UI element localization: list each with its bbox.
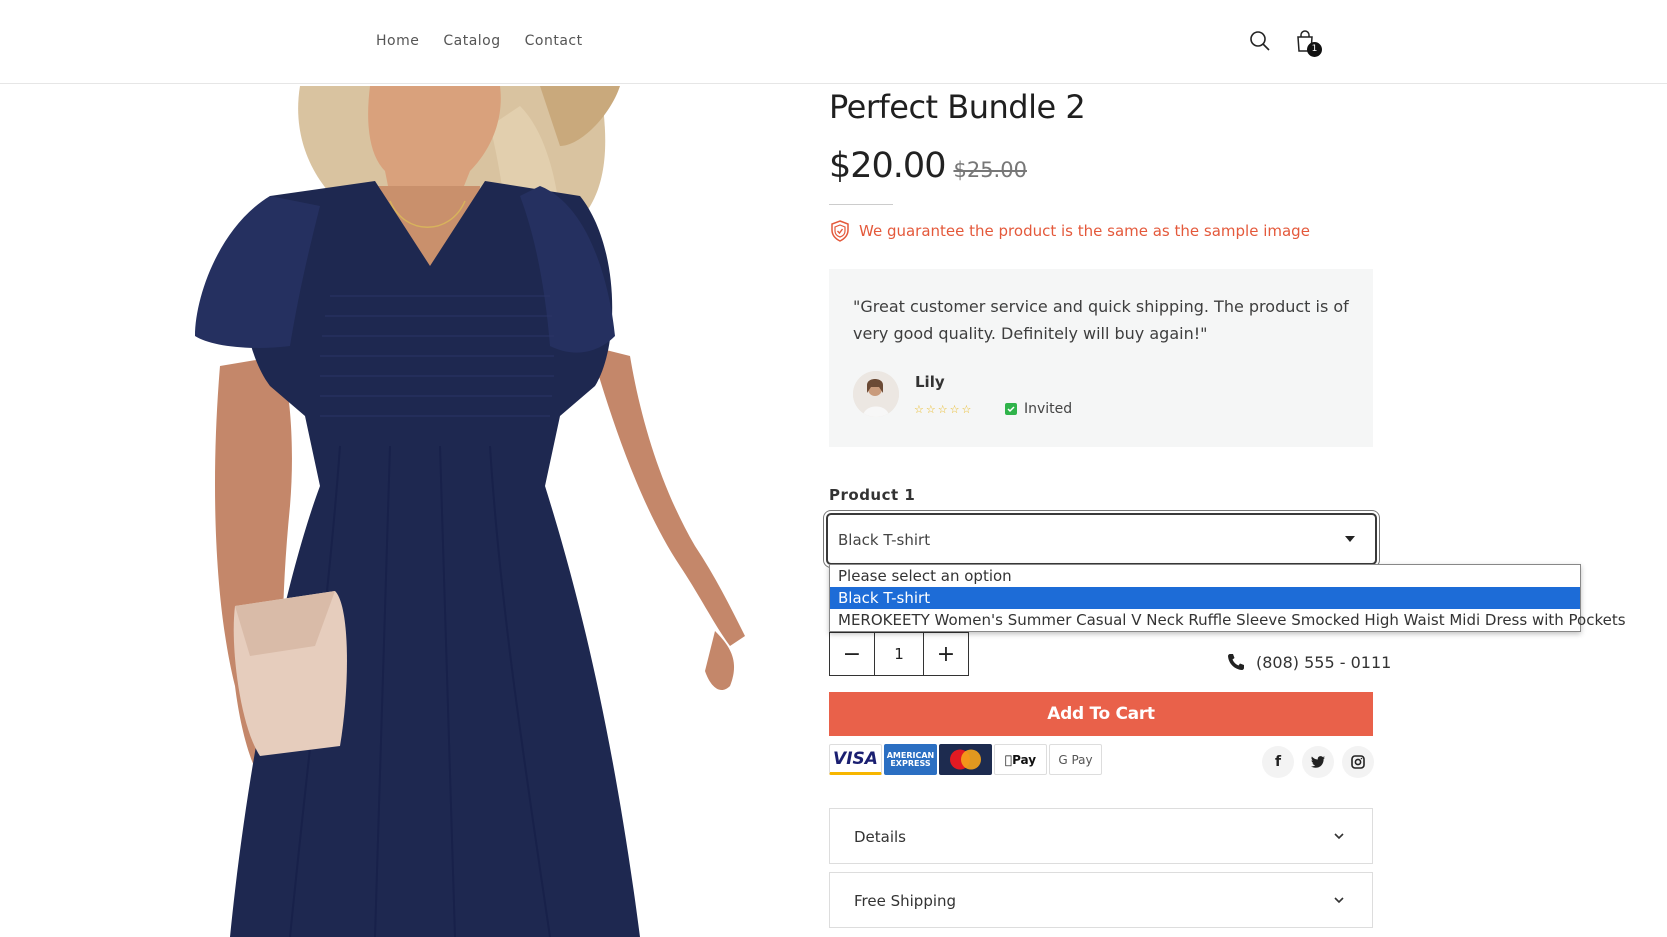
star-rating: ☆ ☆ ☆ ☆ ☆ (914, 404, 971, 415)
twitter-share-button[interactable] (1302, 746, 1334, 778)
accordion-label: Details (854, 828, 907, 846)
dropdown-option[interactable]: MEROKEETY Women's Summer Casual V Neck R… (830, 609, 1626, 631)
google-pay-icon: G Pay (1049, 744, 1102, 775)
chevron-down-icon (1334, 833, 1344, 840)
twitter-icon (1311, 756, 1325, 768)
product-image (140, 86, 820, 937)
caret-down-icon (1345, 536, 1355, 542)
variant-select-value: Black T-shirt (838, 531, 931, 549)
details-accordion[interactable]: Details (829, 808, 1373, 864)
site-header: Home Catalog Contact 1 (0, 0, 1667, 84)
phone-icon (1228, 654, 1244, 670)
chevron-down-icon (1334, 897, 1344, 904)
product-title: Perfect Bundle 2 (829, 88, 1086, 126)
price-row: $20.00 $25.00 (829, 146, 1027, 186)
apple-pay-icon: Pay (994, 744, 1047, 775)
review-card: "Great customer service and quick shippi… (829, 269, 1373, 447)
star-icon: ☆ (949, 403, 960, 416)
mastercard-icon (939, 744, 992, 775)
guarantee-text: We guarantee the product is the same as … (859, 222, 1310, 240)
reviewer-avatar (853, 371, 899, 417)
star-icon: ☆ (961, 403, 972, 416)
phone-number: (808) 555 - 0111 (1256, 652, 1392, 672)
quantity-input[interactable]: 1 (874, 633, 924, 675)
instagram-share-button[interactable] (1342, 746, 1374, 778)
cart-count-badge: 1 (1307, 42, 1322, 57)
star-icon: ☆ (925, 403, 936, 416)
variant-select[interactable]: Black T-shirt (826, 513, 1377, 565)
accordion-label: Free Shipping (854, 892, 957, 910)
social-share: f (1262, 746, 1374, 778)
nav-contact-link[interactable]: Contact (525, 33, 583, 49)
check-icon (1005, 403, 1017, 415)
review-text: "Great customer service and quick shippi… (853, 297, 1349, 343)
dropdown-option[interactable]: Please select an option (830, 565, 1580, 587)
reviewer-name: Lily (915, 373, 945, 391)
amex-icon: AMERICAN EXPRESS (884, 744, 937, 775)
shield-check-icon (831, 220, 849, 242)
variant-dropdown-list: Please select an option Black T-shirt ME… (829, 564, 1626, 632)
cart-button[interactable]: 1 (1291, 27, 1322, 57)
invited-label: Invited (1024, 401, 1073, 417)
main-nav: Home Catalog Contact (376, 33, 583, 49)
visa-icon: VISA (829, 744, 882, 775)
quantity-minus-button[interactable]: − (830, 633, 874, 675)
dropdown-option-selected[interactable]: Black T-shirt (830, 587, 1580, 609)
divider (829, 204, 893, 205)
search-icon (1250, 31, 1270, 51)
free-shipping-accordion[interactable]: Free Shipping (829, 872, 1373, 928)
compare-at-price: $25.00 (953, 158, 1027, 182)
quantity-stepper: − 1 + (829, 632, 969, 676)
facebook-share-button[interactable]: f (1262, 746, 1294, 778)
star-icon: ☆ (937, 403, 948, 416)
variant-label: Product 1 (829, 486, 916, 504)
phone-contact: (808) 555 - 0111 (1226, 652, 1391, 672)
nav-home-link[interactable]: Home (376, 33, 419, 49)
quantity-plus-button[interactable]: + (924, 633, 968, 675)
add-to-cart-button[interactable]: Add To Cart (829, 692, 1373, 736)
invited-badge: Invited (1005, 401, 1072, 417)
instagram-icon (1351, 755, 1365, 769)
search-button[interactable] (1246, 27, 1274, 55)
facebook-icon: f (1274, 754, 1282, 770)
sale-price: $20.00 (829, 146, 946, 186)
guarantee-notice: We guarantee the product is the same as … (829, 219, 1310, 243)
nav-catalog-link[interactable]: Catalog (443, 33, 500, 49)
star-icon: ☆ (914, 403, 924, 416)
payment-methods: VISA AMERICAN EXPRESS Pay G Pay (829, 744, 1102, 775)
